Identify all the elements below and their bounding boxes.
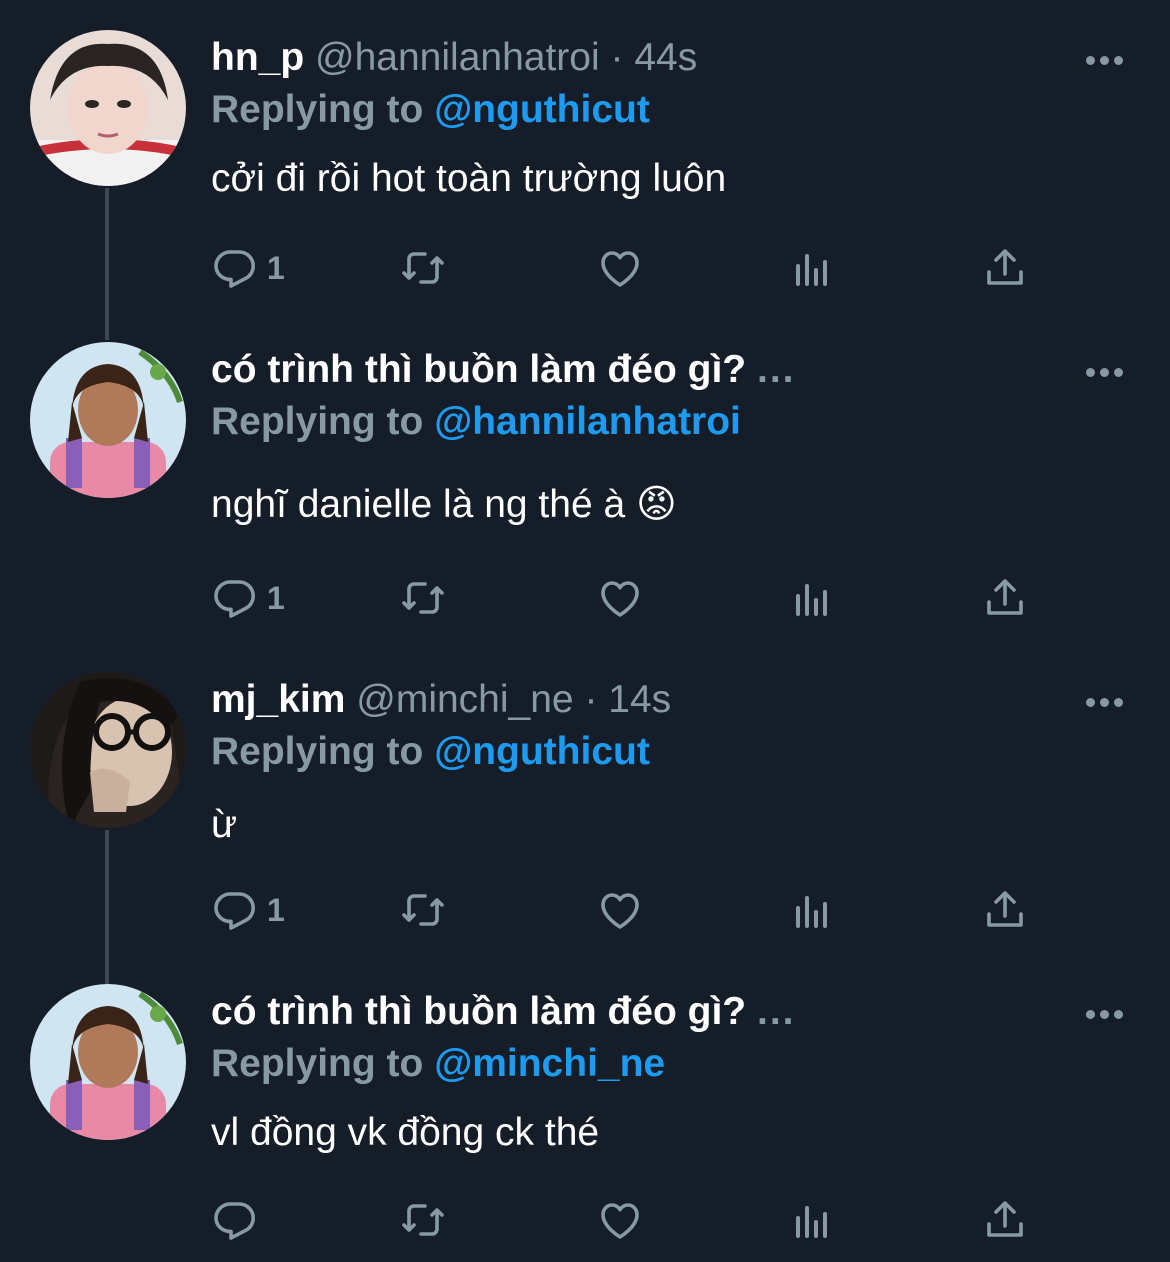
mention-link[interactable]: @nguthicut [434, 730, 650, 773]
reply-button[interactable]: 1 [211, 882, 285, 938]
user-handle[interactable]: @minchi_ne [356, 678, 573, 721]
replying-label: Replying to [211, 400, 424, 443]
retweet-icon [402, 894, 444, 926]
tweet-header: hn_p @hannilanhatroi · 44s [211, 34, 1080, 82]
retweet-button[interactable] [399, 240, 447, 296]
action-bar: 1 [211, 570, 1051, 626]
avatar-image [30, 342, 186, 498]
display-name[interactable]: hn_p [211, 36, 304, 79]
reply-icon [214, 580, 255, 618]
replying-to: Replying to @nguthicut [211, 728, 650, 776]
replying-to: Replying to @nguthicut [211, 86, 650, 134]
share-button[interactable] [981, 882, 1029, 938]
views-button[interactable] [789, 882, 837, 938]
views-icon [796, 254, 827, 286]
like-button[interactable] [596, 1192, 644, 1248]
action-bar: 1 [211, 882, 1051, 938]
avatar[interactable] [30, 672, 186, 828]
share-button[interactable] [981, 570, 1029, 626]
display-name[interactable]: có trình thì buồn làm đéo gì? [211, 990, 746, 1033]
like-icon [601, 1203, 639, 1239]
retweet-icon [402, 1204, 444, 1236]
views-button[interactable] [789, 240, 837, 296]
avatar-image [30, 984, 186, 1140]
more-icon[interactable] [1086, 52, 1128, 65]
tweet-text: cởi đi rồi hot toàn trường luôn [211, 157, 727, 200]
tweet-text: nghĩ danielle là ng thé à 😡 [211, 483, 677, 526]
reply-icon [214, 250, 255, 288]
mention-link[interactable]: @minchi_ne [434, 1042, 665, 1085]
share-button[interactable] [981, 1192, 1029, 1248]
more-icon[interactable] [1086, 694, 1128, 707]
tweet-text: ừ [211, 803, 238, 846]
views-button[interactable] [789, 1192, 837, 1248]
retweet-button[interactable] [399, 1192, 447, 1248]
retweet-icon [402, 582, 444, 614]
display-name[interactable]: mj_kim [211, 678, 345, 721]
tweet[interactable]: có trình thì buồn làm đéo gì? ... Replyi… [0, 980, 1170, 1262]
reply-thread: hn_p @hannilanhatroi · 44s Replying to @… [0, 0, 1170, 1262]
separator: · [610, 36, 624, 79]
retweet-icon [402, 252, 444, 284]
share-icon [987, 249, 1023, 285]
timestamp[interactable]: 14s [608, 678, 671, 721]
reply-button[interactable]: 1 [211, 570, 285, 626]
separator: · [584, 678, 598, 721]
like-icon [601, 251, 639, 287]
action-bar [211, 1192, 1051, 1248]
mention-link[interactable]: @hannilanhatroi [434, 400, 741, 443]
like-icon [601, 893, 639, 929]
mention-link[interactable]: @nguthicut [434, 88, 650, 131]
user-handle[interactable]: @hannilanhatroi [315, 36, 600, 79]
timestamp[interactable]: 44s [634, 36, 697, 79]
reply-button[interactable]: 1 [211, 240, 285, 296]
tweet-text: vl đồng vk đồng ck thé [211, 1111, 600, 1154]
replying-label: Replying to [211, 88, 424, 131]
like-button[interactable] [596, 570, 644, 626]
tweet[interactable]: mj_kim @minchi_ne · 14s Replying to @ngu… [0, 660, 1170, 990]
retweet-button[interactable] [399, 570, 447, 626]
like-button[interactable] [596, 882, 644, 938]
replying-label: Replying to [211, 1042, 424, 1085]
replying-label: Replying to [211, 730, 424, 773]
avatar[interactable] [30, 342, 186, 498]
name-overflow: ... [756, 348, 796, 391]
like-icon [601, 581, 639, 617]
more-icon[interactable] [1086, 1006, 1128, 1019]
share-icon [987, 579, 1023, 615]
share-icon [987, 1201, 1023, 1237]
reply-count: 1 [267, 249, 285, 286]
views-icon [796, 1206, 827, 1238]
retweet-button[interactable] [399, 882, 447, 938]
tweet[interactable]: hn_p @hannilanhatroi · 44s Replying to @… [0, 0, 1170, 330]
action-bar: 1 [211, 240, 1051, 296]
views-icon [796, 896, 827, 928]
tweet[interactable]: có trình thì buồn làm đéo gì? ... Replyi… [0, 330, 1170, 660]
views-button[interactable] [789, 570, 837, 626]
tweet-header: có trình thì buồn làm đéo gì? ... [211, 346, 1080, 394]
avatar[interactable] [30, 984, 186, 1140]
more-icon[interactable] [1086, 364, 1128, 377]
display-name[interactable]: có trình thì buồn làm đéo gì? [211, 348, 746, 391]
reply-icon [214, 892, 255, 930]
share-button[interactable] [981, 240, 1029, 296]
reply-count: 1 [267, 579, 285, 616]
reply-count: 1 [267, 891, 285, 928]
reply-button[interactable] [211, 1192, 267, 1248]
views-icon [796, 584, 827, 616]
replying-to: Replying to @hannilanhatroi [211, 398, 741, 446]
avatar[interactable] [30, 30, 186, 186]
tweet-header: có trình thì buồn làm đéo gì? ... [211, 988, 1080, 1036]
avatar-image [30, 672, 186, 828]
name-overflow: ... [756, 990, 796, 1033]
replying-to: Replying to @minchi_ne [211, 1040, 665, 1088]
reply-icon [214, 1202, 255, 1240]
tweet-header: mj_kim @minchi_ne · 14s [211, 676, 1080, 724]
like-button[interactable] [596, 240, 644, 296]
avatar-image [30, 30, 186, 186]
share-icon [987, 891, 1023, 927]
